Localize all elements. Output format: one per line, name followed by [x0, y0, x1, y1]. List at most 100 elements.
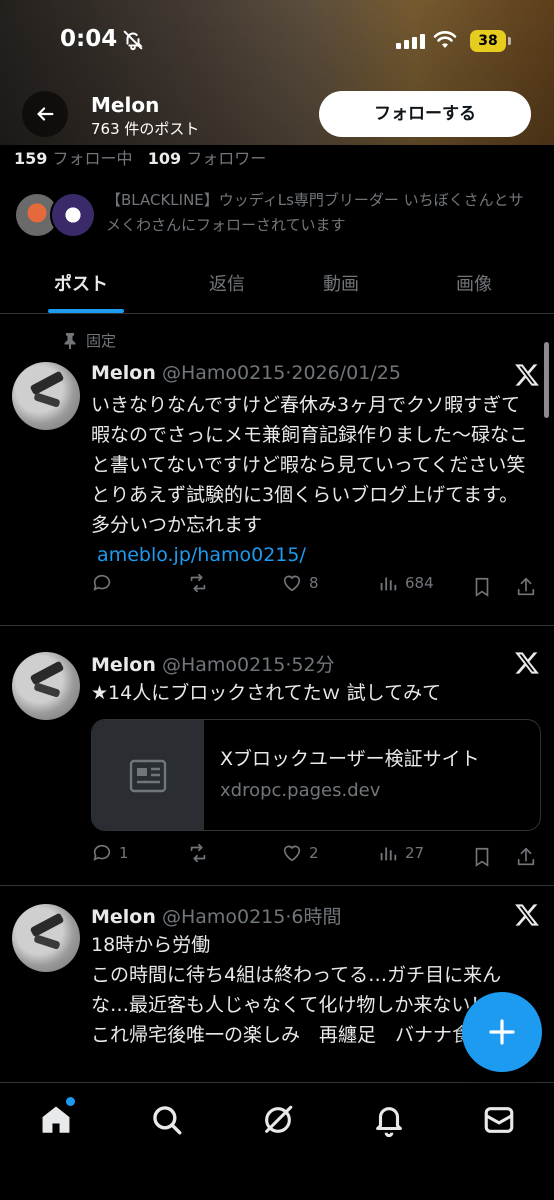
tab-posts[interactable]: ポスト	[54, 270, 108, 296]
heart-icon	[283, 575, 301, 592]
header-post-count: 763 件のポスト	[91, 120, 200, 138]
tab-videos[interactable]: 動画	[323, 270, 359, 296]
post-handle[interactable]: @Hamo0215	[162, 654, 285, 676]
x-logo-icon	[515, 364, 539, 386]
post-handle[interactable]: @Hamo0215	[162, 362, 285, 384]
bookmark-icon[interactable]	[471, 576, 493, 598]
like-button[interactable]: 2	[281, 842, 319, 864]
card-title: Xブロックユーザー検証サイト	[220, 748, 480, 770]
card-domain: xdropc.pages.dev	[220, 780, 381, 801]
followers-count: 109	[147, 149, 182, 168]
avatar[interactable]	[12, 652, 80, 720]
grok-icon[interactable]	[261, 1103, 295, 1137]
repost-button[interactable]	[187, 572, 215, 594]
post-time: 52分	[291, 654, 335, 676]
wifi-icon	[433, 31, 457, 48]
home-icon[interactable]	[39, 1103, 73, 1137]
pin-icon	[64, 332, 76, 349]
mutual-followers[interactable]: 【BLACKLINE】ウッディLs専門ブリーダー いちぼくさんとサメくわさんにフ…	[14, 188, 544, 244]
post-author-name[interactable]: Melon	[91, 654, 156, 676]
post-body-line: 18時から労働	[91, 934, 211, 956]
views-count: 27	[405, 844, 425, 862]
reply-icon	[93, 574, 111, 591]
avatar[interactable]	[12, 362, 80, 430]
post-header: Melon @Hamo0215·6時間	[91, 902, 342, 929]
pinned-row: 固定	[62, 330, 116, 351]
views-icon	[380, 847, 397, 861]
post-text: いきなりなんですけど春休み3ヶ月でクソ暇すぎて暇なのでさっにメモ兼飼育記録作りま…	[91, 390, 544, 570]
link-card[interactable]: Xブロックユーザー検証サイト xdropc.pages.dev	[91, 719, 541, 831]
follow-button[interactable]: フォローする	[319, 91, 531, 137]
avatar[interactable]	[12, 904, 80, 972]
article-icon	[129, 759, 167, 793]
x-logo-icon	[515, 652, 539, 674]
heart-icon	[283, 845, 301, 862]
bottom-nav	[0, 1082, 554, 1200]
post-author-name[interactable]: Melon	[91, 362, 156, 384]
signal-icon	[396, 34, 425, 49]
post-time: 6時間	[291, 906, 342, 928]
views-button[interactable]: 684	[377, 572, 434, 594]
like-button[interactable]: 8	[281, 572, 319, 594]
post-body-line: この時間に待ち4組は終わってる…ガチ目に来んな…最近客も人じゃなくて化け物しか来…	[91, 964, 502, 1016]
reply-button[interactable]: 1	[91, 842, 129, 864]
active-tab-indicator	[48, 309, 124, 313]
header-title: Melon	[91, 93, 160, 117]
battery-tip	[508, 37, 511, 45]
bell-off-icon	[123, 30, 143, 51]
reply-icon	[93, 844, 111, 861]
like-count: 2	[309, 844, 319, 862]
post-time: 2026/01/25	[291, 362, 401, 384]
battery-indicator: 38	[470, 30, 506, 52]
scrollbar[interactable]	[544, 342, 549, 418]
views-icon	[380, 577, 397, 591]
views-count: 684	[405, 574, 434, 592]
x-logo-icon	[515, 904, 539, 926]
following-link[interactable]: 159 フォロー中	[14, 149, 133, 168]
tab-media[interactable]: 画像	[456, 270, 492, 296]
post-header: Melon @Hamo0215·2026/01/25	[91, 362, 401, 384]
repost-icon	[190, 843, 206, 863]
arrow-left-icon	[37, 107, 54, 121]
following-count: 159	[14, 149, 48, 168]
search-icon[interactable]	[150, 1103, 184, 1137]
compose-button[interactable]	[462, 992, 542, 1072]
post-text: ★14人にブロックされてたｗ 試してみて	[91, 682, 442, 704]
repost-icon	[190, 573, 206, 593]
mutual-followers-text: 【BLACKLINE】ウッディLs専門ブリーダー いちぼくさんとサメくわさんにフ…	[106, 191, 524, 234]
post-actions: 1 2 27	[91, 842, 541, 872]
mail-icon[interactable]	[482, 1103, 516, 1137]
bookmark-icon[interactable]	[471, 846, 493, 868]
pinned-label: 固定	[86, 332, 117, 350]
post-header: Melon @Hamo0215·52分	[91, 650, 335, 677]
status-time: 0:04	[60, 26, 118, 52]
reply-button[interactable]	[91, 572, 119, 594]
status-bar: 0:04 38	[0, 0, 554, 84]
card-thumbnail	[92, 720, 204, 830]
post[interactable]: 固定 Melon @Hamo0215·2026/01/25 いきなりなんですけど…	[0, 316, 554, 626]
share-icon[interactable]	[515, 846, 537, 868]
post-link[interactable]: ameblo.jp/hamo0215/	[97, 544, 306, 566]
share-icon[interactable]	[515, 576, 537, 598]
repost-button[interactable]	[187, 842, 215, 864]
profile-tabs: ポスト 返信 動画 画像	[0, 258, 554, 314]
post-actions: 8 684	[91, 572, 541, 602]
post-handle[interactable]: @Hamo0215	[162, 906, 285, 928]
like-count: 8	[309, 574, 319, 592]
mutual-avatar	[50, 192, 96, 238]
notification-dot	[66, 1097, 75, 1106]
post-author-name[interactable]: Melon	[91, 906, 156, 928]
tab-replies[interactable]: 返信	[209, 270, 245, 296]
views-button[interactable]: 27	[377, 842, 424, 864]
post-body: いきなりなんですけど春休み3ヶ月でクソ暇すぎて暇なのでさっにメモ兼飼育記録作りま…	[91, 394, 545, 536]
followers-link[interactable]: 109 フォロワー	[148, 149, 267, 168]
back-button[interactable]	[22, 91, 68, 137]
post[interactable]: Melon @Hamo0215·52分 ★14人にブロックされてたｗ 試してみて…	[0, 626, 554, 886]
followers-label: フォロワー	[186, 149, 267, 168]
post-body-line: これ帰宅後唯一の楽しみ 再纏足 バナナ食	[91, 1024, 472, 1046]
reply-count: 1	[119, 844, 129, 862]
plus-icon	[489, 1019, 515, 1045]
follow-stats: 159 フォロー中 109 フォロワー	[14, 145, 266, 169]
following-label: フォロー中	[52, 149, 133, 168]
bell-icon[interactable]	[372, 1103, 406, 1137]
